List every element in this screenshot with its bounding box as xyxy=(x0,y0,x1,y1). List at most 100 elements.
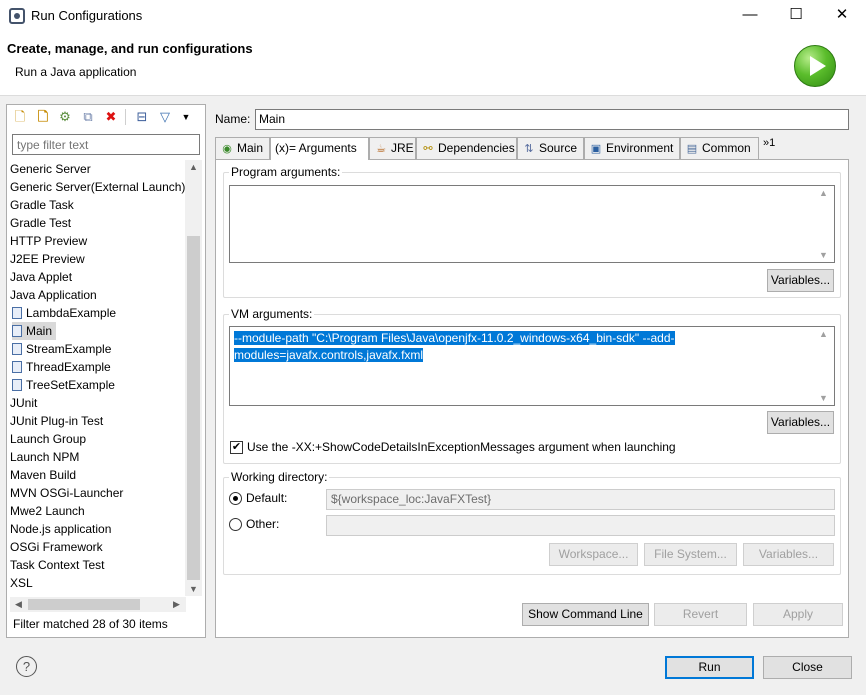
showcode-checkbox[interactable]: ✔ xyxy=(230,441,243,454)
revert-button[interactable]: Revert xyxy=(654,603,747,626)
tree-item[interactable]: Node.js application xyxy=(10,520,111,538)
view-menu-icon[interactable]: ▼ xyxy=(178,109,194,125)
tree-item[interactable]: J2EE Preview xyxy=(10,250,85,268)
tree-item[interactable]: Generic Server xyxy=(10,160,91,178)
config-tabs: ◉ Main (x)= Arguments ☕ JRE ⚯ Dependencies … xyxy=(215,137,849,160)
tree-item-label: Mwe2 Launch xyxy=(10,504,85,518)
tab-dependencies[interactable]: ⚯ Dependencies xyxy=(416,137,517,159)
java-class-icon xyxy=(12,307,22,319)
default-directory-field: ${workspace_loc:JavaFXTest} xyxy=(326,489,835,510)
header-banner: Create, manage, and run configurations R… xyxy=(0,32,866,96)
tree-item[interactable]: OSGi Framework xyxy=(10,538,103,556)
scroll-down-icon[interactable]: ▼ xyxy=(187,584,200,594)
minimize-button[interactable]: — xyxy=(727,0,773,32)
tree-item-label: Generic Server(External Launch) xyxy=(10,180,186,194)
maximize-button[interactable]: ☐ xyxy=(773,0,819,32)
tree-item-label: TreeSetExample xyxy=(26,378,115,392)
arguments-tab-icon: (x)= xyxy=(275,141,296,155)
vm-arguments-textarea[interactable]: --module-path "C:\Program Files\Java\ope… xyxy=(229,326,835,406)
tree-item-label: Launch Group xyxy=(10,432,87,446)
new-config-icon[interactable]: 🗋 xyxy=(12,109,28,125)
collapse-all-icon[interactable]: ⊟ xyxy=(134,109,150,125)
tree-item[interactable]: Mwe2 Launch xyxy=(10,502,85,520)
tree-item[interactable]: StreamExample xyxy=(12,340,111,358)
tab-source[interactable]: ⇅ Source xyxy=(517,137,584,159)
scroll-up-icon[interactable]: ▲ xyxy=(187,162,200,172)
tree-item[interactable]: Java Applet xyxy=(10,268,72,286)
apply-button[interactable]: Apply xyxy=(753,603,843,626)
tree-item[interactable]: LambdaExample xyxy=(12,304,116,322)
new-prototype-icon[interactable]: 🗋 xyxy=(35,109,51,125)
java-class-icon xyxy=(12,361,22,373)
duplicate-icon[interactable]: ⧉ xyxy=(80,109,96,125)
tree-item[interactable]: Task Context Test xyxy=(10,556,105,574)
horizontal-scroll-thumb[interactable] xyxy=(28,599,140,610)
other-label: Other: xyxy=(246,517,280,531)
tree-item[interactable]: TreeSetExample xyxy=(12,376,115,394)
tree-horizontal-scrollbar[interactable]: ◀ ▶ xyxy=(10,597,186,612)
default-radio[interactable] xyxy=(229,492,242,505)
tree-item[interactable]: Launch NPM xyxy=(10,448,79,466)
scroll-right-icon[interactable]: ▶ xyxy=(170,599,183,610)
tree-item[interactable]: HTTP Preview xyxy=(10,232,87,250)
tree-item[interactable]: ThreadExample xyxy=(12,358,111,376)
title-bar: Run Configurations — ☐ ✕ xyxy=(0,0,866,32)
tree-item[interactable]: JUnit Plug-in Test xyxy=(10,412,103,430)
tree-item[interactable]: Maven Build xyxy=(10,466,76,484)
tree-item[interactable]: MVN OSGi-Launcher xyxy=(10,484,123,502)
help-icon[interactable]: ? xyxy=(16,656,37,677)
configuration-tree[interactable]: Generic Server Generic Server(External La… xyxy=(10,160,186,596)
other-directory-field[interactable] xyxy=(326,515,835,536)
program-variables-button[interactable]: Variables... xyxy=(767,269,834,292)
program-args-scrollbar[interactable]: ▲ ▼ xyxy=(817,186,834,262)
export-icon[interactable]: ⚙ xyxy=(57,109,73,125)
file-system-button[interactable]: File System... xyxy=(644,543,737,566)
tree-item[interactable]: Launch Group xyxy=(10,430,86,448)
toolbar-separator xyxy=(125,109,126,125)
tree-item-label: Java Application xyxy=(10,288,97,302)
tree-item[interactable]: Main xyxy=(12,322,57,340)
vertical-scroll-thumb[interactable] xyxy=(187,236,200,580)
tab-jre[interactable]: ☕ JRE xyxy=(369,137,416,159)
default-label: Default: xyxy=(246,491,288,505)
tree-item[interactable]: Generic Server(External Launch) xyxy=(10,178,185,196)
filter-icon[interactable]: ▽ xyxy=(157,109,173,125)
tab-common[interactable]: ▤ Common xyxy=(680,137,759,159)
app-icon xyxy=(9,8,25,24)
showcode-label: Use the -XX:+ShowCodeDetailsInExceptionM… xyxy=(247,440,676,454)
vm-variables-button[interactable]: Variables... xyxy=(767,411,834,434)
show-command-line-button[interactable]: Show Command Line xyxy=(522,603,649,626)
filter-input[interactable] xyxy=(12,134,200,155)
scroll-down-icon[interactable]: ▼ xyxy=(819,393,828,403)
close-button[interactable]: Close xyxy=(763,656,852,679)
tree-vertical-scrollbar[interactable]: ▲ ▼ xyxy=(185,160,202,596)
tree-item[interactable]: Java Application xyxy=(10,286,97,304)
tree-item[interactable]: XSL xyxy=(10,574,33,592)
vm-args-scrollbar[interactable]: ▲ ▼ xyxy=(817,327,834,405)
tree-item[interactable]: JUnit xyxy=(10,394,37,412)
program-arguments-textarea[interactable]: ▲ ▼ xyxy=(229,185,835,263)
scroll-up-icon[interactable]: ▲ xyxy=(819,329,828,339)
run-button[interactable]: Run xyxy=(665,656,754,679)
workspace-button[interactable]: Workspace... xyxy=(549,543,638,566)
workdir-variables-button[interactable]: Variables... xyxy=(743,543,834,566)
scroll-left-icon[interactable]: ◀ xyxy=(12,599,25,610)
source-tab-icon: ⇅ xyxy=(524,143,534,155)
tree-item[interactable]: Gradle Task xyxy=(10,196,74,214)
header-subtitle: Run a Java application xyxy=(15,65,137,79)
scroll-down-icon[interactable]: ▼ xyxy=(819,250,828,260)
tree-item[interactable]: Gradle Test xyxy=(10,214,71,232)
run-play-icon xyxy=(794,45,836,87)
tab-arguments[interactable]: (x)= Arguments xyxy=(270,137,369,160)
java-class-icon xyxy=(12,343,22,355)
more-tabs-icon[interactable]: »1 xyxy=(763,137,775,149)
tree-item-label: ThreadExample xyxy=(26,360,111,374)
tab-environment[interactable]: ▣ Environment xyxy=(584,137,680,159)
delete-icon[interactable]: ✖ xyxy=(103,109,119,125)
other-radio[interactable] xyxy=(229,518,242,531)
close-window-button[interactable]: ✕ xyxy=(819,0,865,32)
name-input[interactable]: Main xyxy=(255,109,849,130)
scroll-up-icon[interactable]: ▲ xyxy=(819,188,828,198)
vm-args-line-1: --module-path "C:\Program Files\Java\ope… xyxy=(234,331,675,345)
tab-main[interactable]: ◉ Main xyxy=(215,137,270,159)
